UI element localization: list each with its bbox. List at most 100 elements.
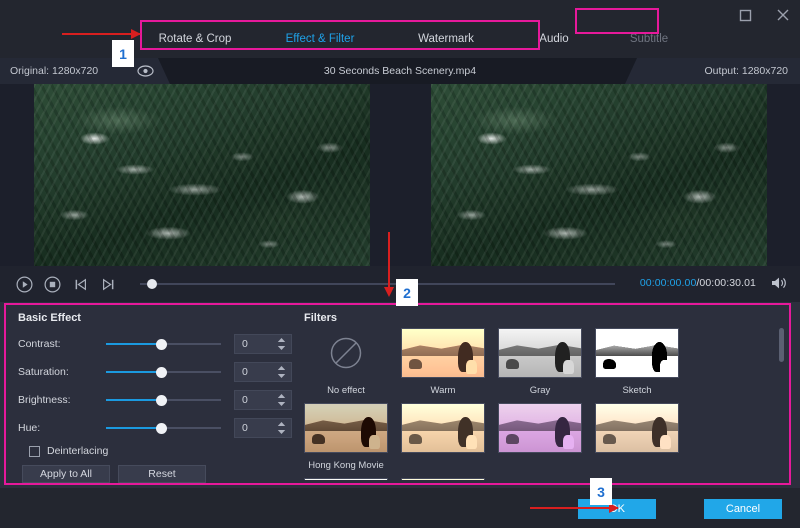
tab-effect-filter[interactable]: Effect & Filter xyxy=(257,22,383,56)
next-frame-icon[interactable] xyxy=(98,274,118,294)
editor-tabs: Rotate & Crop Effect & Filter Watermark … xyxy=(133,22,673,56)
chevron-up-icon xyxy=(277,365,286,371)
reset-button[interactable]: Reset xyxy=(118,465,206,483)
brightness-value: 0 xyxy=(235,394,248,406)
tab-audio[interactable]: Audio xyxy=(509,22,599,56)
filter-row2-item3[interactable] xyxy=(591,403,683,478)
dialog-footer: OK Cancel xyxy=(0,488,800,528)
filter-no-effect[interactable]: No effect xyxy=(300,328,392,403)
hue-row: Hue: 0 xyxy=(18,417,296,439)
stepper-arrows[interactable] xyxy=(277,421,286,435)
filter-hong-kong-movie[interactable]: Hong Kong Movie xyxy=(300,403,392,478)
current-time: 00:00:00.00 xyxy=(640,277,697,289)
deinterlacing-checkbox[interactable] xyxy=(29,446,40,457)
filters-title: Filters xyxy=(304,312,337,324)
player-controls-bar: 00:00:00.00/00:00:30.01 xyxy=(0,266,800,302)
filter-gray[interactable]: Gray xyxy=(494,328,586,403)
filters-grid: No effect Warm Gray xyxy=(300,328,780,480)
filter-thumbnail xyxy=(304,328,388,378)
saturation-label: Saturation: xyxy=(18,366,106,378)
slider-fill xyxy=(106,427,162,429)
basic-effect-section: Basic Effect Contrast: 0 Saturatio xyxy=(10,306,295,484)
slider-handle[interactable] xyxy=(156,339,167,350)
saturation-value: 0 xyxy=(235,366,248,378)
filter-row2-item4[interactable] xyxy=(300,478,392,480)
video-editor-window: Rotate & Crop Effect & Filter Watermark … xyxy=(0,0,800,528)
timecode-display: 00:00:00.00/00:00:30.01 xyxy=(640,277,756,289)
deinterlacing-checkbox-row[interactable]: Deinterlacing xyxy=(22,445,108,457)
filter-label: Gray xyxy=(530,385,551,396)
contrast-stepper[interactable]: 0 xyxy=(234,334,292,354)
filter-thumbnail xyxy=(304,478,388,480)
slider-handle[interactable] xyxy=(156,367,167,378)
brightness-slider[interactable] xyxy=(106,392,221,408)
brightness-label: Brightness: xyxy=(18,394,106,406)
filter-thumbnail xyxy=(401,478,485,480)
effect-filter-panel: Basic Effect Contrast: 0 Saturatio xyxy=(0,302,800,488)
basic-effect-title: Basic Effect xyxy=(18,312,81,324)
filter-thumbnail xyxy=(498,403,582,453)
play-icon[interactable] xyxy=(14,274,34,294)
filter-row2-item1[interactable] xyxy=(397,403,489,478)
original-preview-frame xyxy=(34,84,370,266)
slider-fill xyxy=(106,399,162,401)
filter-label: Warm xyxy=(431,385,456,396)
media-info-bar: Original: 1280x720 Output: 1280x720 30 S… xyxy=(0,58,800,84)
close-icon[interactable] xyxy=(772,4,794,26)
output-preview-frame xyxy=(431,84,767,266)
hue-stepper[interactable]: 0 xyxy=(234,418,292,438)
filter-thumbnail xyxy=(304,403,388,453)
contrast-slider[interactable] xyxy=(106,336,221,352)
tab-label: Subtitle xyxy=(630,33,668,45)
stop-icon[interactable] xyxy=(42,274,62,294)
stepper-arrows[interactable] xyxy=(277,393,286,407)
filter-thumbnail xyxy=(401,403,485,453)
volume-icon[interactable] xyxy=(770,275,788,293)
tab-label: Effect & Filter xyxy=(286,33,355,45)
filter-row2-item2[interactable] xyxy=(494,403,586,478)
cancel-button[interactable]: Cancel xyxy=(704,499,782,519)
output-preview xyxy=(431,84,767,266)
chevron-down-icon xyxy=(277,373,286,379)
brightness-row: Brightness: 0 xyxy=(18,389,296,411)
no-effect-icon xyxy=(329,336,363,370)
stepper-arrows[interactable] xyxy=(277,337,286,351)
tab-label: Audio xyxy=(539,33,568,45)
tab-watermark[interactable]: Watermark xyxy=(383,22,509,56)
filters-scrollbar[interactable] xyxy=(779,328,784,478)
chevron-down-icon xyxy=(277,345,286,351)
saturation-slider[interactable] xyxy=(106,364,221,380)
filter-sketch[interactable]: Sketch xyxy=(591,328,683,403)
chevron-down-icon xyxy=(277,429,286,435)
filter-warm[interactable]: Warm xyxy=(397,328,489,403)
eye-icon[interactable] xyxy=(136,62,154,80)
slider-handle[interactable] xyxy=(156,423,167,434)
tab-rotate-crop[interactable]: Rotate & Crop xyxy=(133,22,257,56)
tab-subtitle[interactable]: Subtitle xyxy=(599,22,699,56)
filter-row2-item5[interactable] xyxy=(397,478,489,480)
seek-bar[interactable] xyxy=(140,283,615,285)
tab-label: Rotate & Crop xyxy=(159,33,232,45)
deinterlacing-label: Deinterlacing xyxy=(47,445,108,457)
ok-button[interactable]: OK xyxy=(578,499,656,519)
slider-fill xyxy=(106,371,162,373)
slider-handle[interactable] xyxy=(156,395,167,406)
hue-slider[interactable] xyxy=(106,420,221,436)
hue-label: Hue: xyxy=(18,422,106,434)
seek-handle[interactable] xyxy=(147,279,157,289)
chevron-up-icon xyxy=(277,421,286,427)
output-resolution-panel: Output: 1280x720 xyxy=(625,58,800,84)
previous-frame-icon[interactable] xyxy=(70,274,90,294)
filter-thumbnail xyxy=(498,328,582,378)
saturation-row: Saturation: 0 xyxy=(18,361,296,383)
apply-to-all-button[interactable]: Apply to All xyxy=(22,465,110,483)
original-preview xyxy=(34,84,370,266)
saturation-stepper[interactable]: 0 xyxy=(234,362,292,382)
filters-scrollbar-thumb[interactable] xyxy=(779,328,784,362)
stepper-arrows[interactable] xyxy=(277,365,286,379)
contrast-value: 0 xyxy=(235,338,248,350)
brightness-stepper[interactable]: 0 xyxy=(234,390,292,410)
filters-section: Filters No effect Warm xyxy=(300,306,792,484)
maximize-icon[interactable] xyxy=(734,4,756,26)
slider-fill xyxy=(106,343,162,345)
